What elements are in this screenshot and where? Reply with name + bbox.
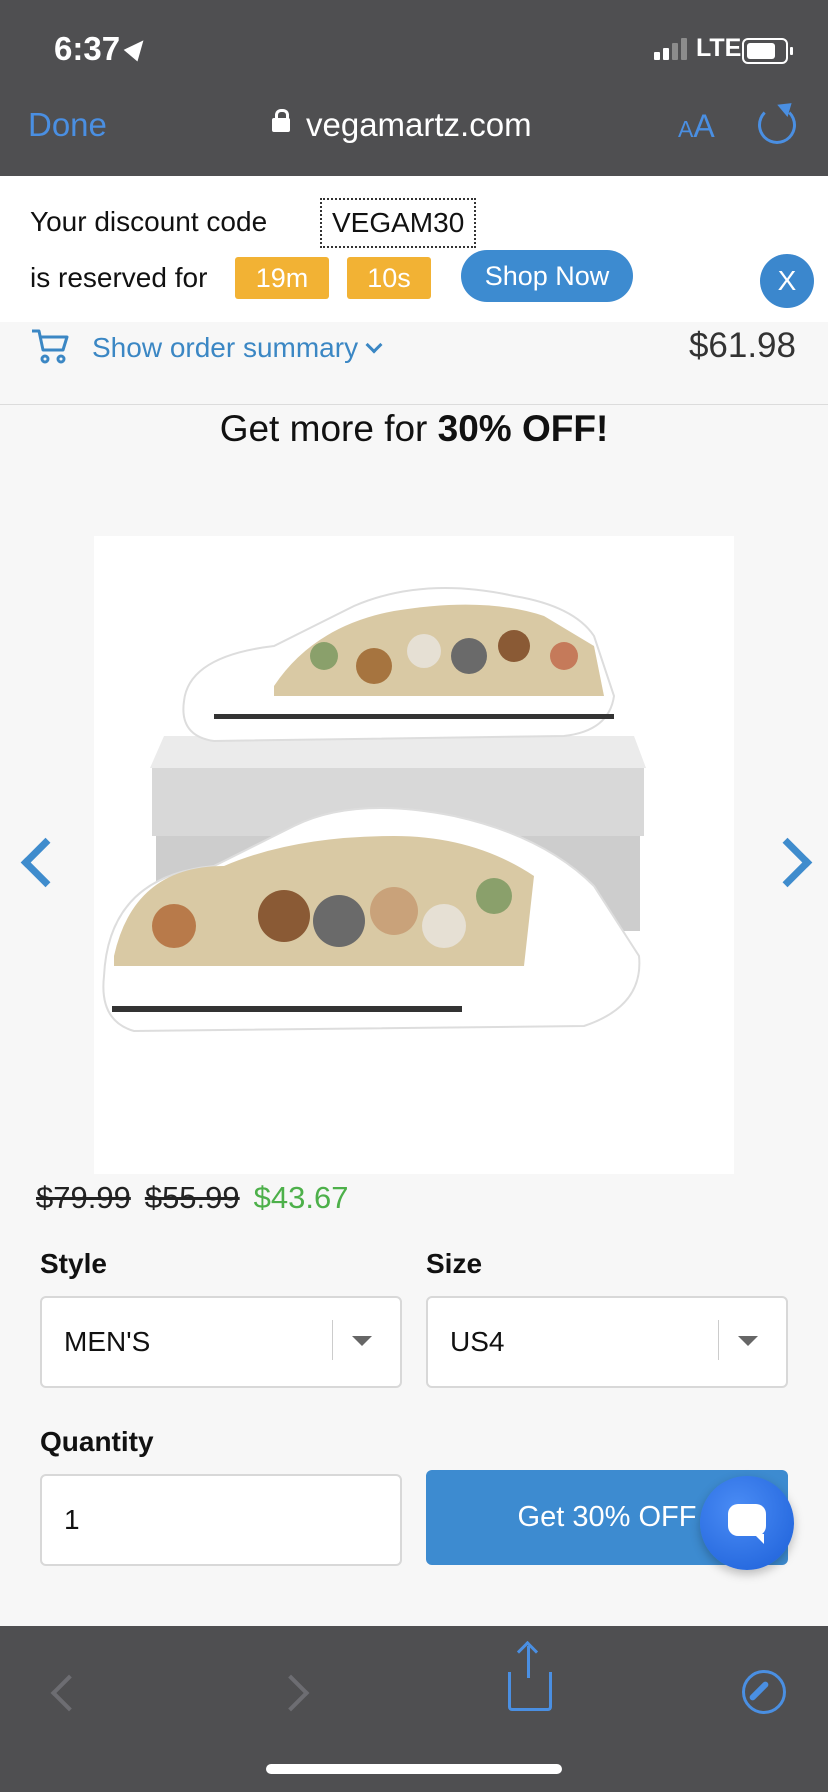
- chat-bubble-icon: [728, 1504, 766, 1544]
- next-image-arrow-icon[interactable]: [762, 837, 813, 888]
- size-label: Size: [426, 1248, 483, 1279]
- back-arrow-icon[interactable]: [50, 1674, 88, 1712]
- select-divider: [332, 1320, 333, 1360]
- order-summary-bar: Show order summary $61.98: [0, 322, 828, 405]
- done-button[interactable]: Done: [28, 106, 107, 144]
- dropdown-arrow-icon: [738, 1336, 758, 1346]
- aa-small: A: [678, 116, 694, 142]
- quantity-value: 1: [64, 1504, 80, 1535]
- discount-code[interactable]: VEGAM30: [320, 198, 477, 248]
- battery-icon: [742, 38, 793, 64]
- shoe-illustration: [102, 587, 646, 1033]
- promo-headline: Get more for 30% OFF!: [0, 408, 828, 450]
- shop-now-button[interactable]: Shop Now: [461, 250, 633, 302]
- discount-label: Your discount code: [30, 206, 268, 237]
- previous-image-arrow-icon[interactable]: [20, 837, 71, 888]
- compare-price: $55.99: [144, 1180, 240, 1215]
- browser-header: 6:37 LTE Done vegamartz.com AA: [0, 0, 828, 176]
- home-indicator[interactable]: [266, 1764, 562, 1774]
- sale-price: $43.67: [253, 1180, 349, 1215]
- status-time: 6:37: [54, 30, 151, 68]
- compass-icon[interactable]: [742, 1670, 786, 1714]
- quantity-input[interactable]: 1: [40, 1474, 402, 1566]
- close-banner-button[interactable]: X: [760, 254, 814, 308]
- original-price: $79.99: [36, 1180, 131, 1215]
- show-order-summary-link[interactable]: Show order summary: [92, 332, 383, 364]
- product-image[interactable]: [94, 536, 734, 1174]
- style-select[interactable]: MEN'S: [40, 1296, 402, 1388]
- timer-seconds: 10s: [347, 257, 431, 299]
- select-divider: [718, 1320, 719, 1360]
- lock-icon: [272, 109, 290, 132]
- size-value: US4: [450, 1326, 505, 1357]
- style-label: Style: [40, 1248, 107, 1279]
- headline-bold: 30% OFF!: [437, 408, 609, 449]
- share-icon[interactable]: [508, 1646, 552, 1711]
- price-row: $79.99 $55.99 $43.67: [36, 1180, 348, 1216]
- network-type: LTE: [696, 34, 742, 62]
- url-bar[interactable]: vegamartz.com: [306, 106, 532, 144]
- size-select[interactable]: US4: [426, 1296, 788, 1388]
- reserved-label: is reserved for: [30, 262, 208, 293]
- forward-arrow-icon[interactable]: [272, 1674, 310, 1712]
- headline-prefix: Get more for: [219, 408, 438, 449]
- discount-banner: Your discount code VEGAM30 is reserved f…: [0, 176, 828, 322]
- reader-text-size-button[interactable]: AA: [678, 108, 715, 145]
- location-arrow-icon: [123, 34, 151, 62]
- status-time-text: 6:37: [54, 30, 121, 67]
- timer-minutes: 19m: [235, 257, 329, 299]
- order-total: $61.98: [688, 326, 796, 365]
- chat-button[interactable]: [700, 1476, 794, 1570]
- style-value: MEN'S: [64, 1326, 151, 1357]
- cart-icon: [32, 329, 69, 364]
- summary-link-text: Show order summary: [92, 332, 359, 363]
- quantity-label: Quantity: [40, 1426, 154, 1457]
- aa-large: A: [693, 108, 715, 144]
- dropdown-arrow-icon: [352, 1336, 372, 1346]
- chevron-down-icon: [365, 336, 383, 354]
- reload-icon[interactable]: [758, 106, 796, 144]
